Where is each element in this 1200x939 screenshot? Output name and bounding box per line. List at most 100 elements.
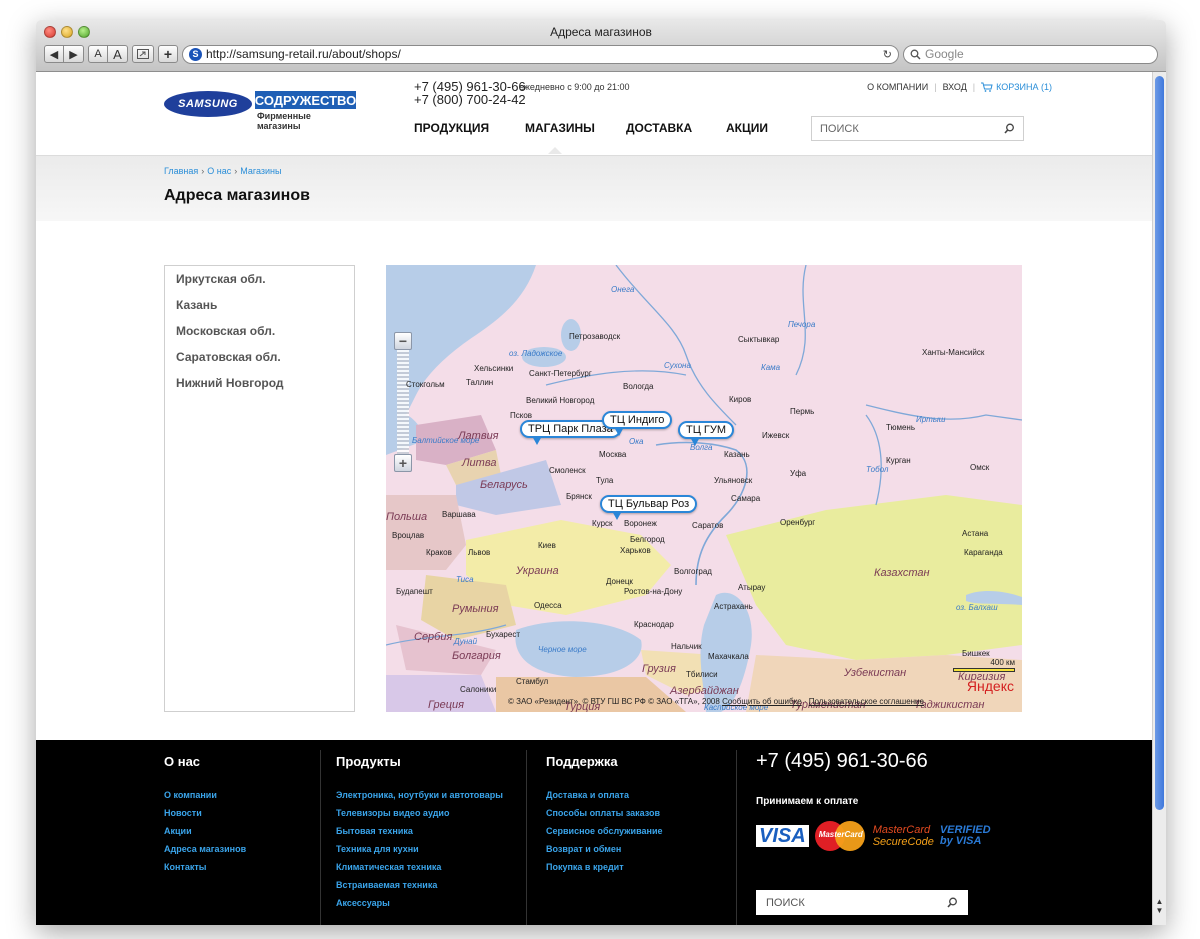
breadcrumb-arrow-icon: › [234, 166, 238, 176]
font-smaller-button[interactable]: A [88, 45, 108, 63]
region-item[interactable]: Иркутская обл. [176, 271, 343, 297]
font-larger-button[interactable]: A [108, 45, 128, 63]
zoom-slider[interactable] [397, 350, 409, 454]
city-label: Санкт-Петербург [529, 369, 592, 378]
nav-products[interactable]: ПРОДУКЦИЯ [414, 121, 489, 135]
breadcrumb-about[interactable]: О нас [207, 166, 231, 176]
nav-promotions[interactable]: АКЦИИ [726, 121, 768, 135]
water-label: Черное море [538, 645, 587, 654]
mastercard-securecode-logo: MasterCard SecureCode [873, 824, 934, 848]
country-label: Румыния [452, 603, 499, 615]
url-text: http://samsung-retail.ru/about/shops/ [206, 47, 401, 61]
forward-button[interactable]: ▶ [64, 45, 84, 63]
store-marker-indigo[interactable]: ТЦ Индиго [602, 411, 673, 436]
footer-link[interactable]: Климатическая техника [336, 858, 503, 876]
water-label: Печора [788, 320, 816, 329]
region-item[interactable]: Нижний Новгород [176, 375, 343, 401]
yandex-logo[interactable]: Яндекс [967, 678, 1014, 694]
water-label: Дунай [454, 637, 478, 646]
footer-link[interactable]: Возврат и обмен [546, 840, 662, 858]
city-label: Вроцлав [392, 531, 425, 540]
region-item[interactable]: Саратовская обл. [176, 349, 343, 375]
phones: +7 (495) 961-30-66 +7 (800) 700-24-42 [414, 80, 526, 106]
water-label: Кама [761, 363, 781, 372]
search-icon[interactable] [947, 897, 958, 908]
footer-link[interactable]: Сервисное обслуживание [546, 822, 662, 840]
city-label: Будапешт [396, 587, 433, 596]
region-list: Иркутская обл. Казань Московская обл. Са… [164, 265, 355, 712]
city-label: Ижевск [762, 431, 790, 440]
city-label: Донецк [606, 577, 633, 586]
country-label: Беларусь [480, 479, 528, 491]
window-title: Адреса магазинов [550, 25, 652, 39]
cart-link[interactable]: КОРЗИНА (1) [981, 82, 1052, 92]
login-link[interactable]: ВХОД [943, 82, 967, 92]
city-label: Псков [510, 411, 533, 420]
breadcrumb-shops[interactable]: Магазины [240, 166, 281, 176]
vertical-scrollbar[interactable]: ▲ ▼ [1152, 72, 1166, 925]
samsung-logo: SAMSUNG [164, 91, 252, 117]
zoom-in-button[interactable]: + [394, 454, 412, 472]
scrollbar-thumb[interactable] [1155, 76, 1164, 810]
report-error-link[interactable]: Сообщить об ошибке [722, 697, 802, 706]
scroll-arrows-icon[interactable]: ▲ ▼ [1153, 897, 1166, 915]
browser-search-field[interactable]: Google [903, 44, 1158, 64]
about-company-link[interactable]: О КОМПАНИИ [867, 82, 928, 92]
city-label: Таллин [466, 378, 494, 387]
brand-logo: СОДРУЖЕСТВО [254, 91, 357, 109]
footer-search-input[interactable]: ПОИСК [756, 890, 968, 915]
city-label: Вологда [623, 382, 654, 391]
city-label: Смоленск [549, 466, 586, 475]
footer-link[interactable]: Новости [164, 804, 246, 822]
city-label: Казань [724, 450, 750, 459]
browser-toolbar: ◀ ▶ A A + S http://samsung-retail.ru/abo… [44, 44, 1158, 64]
payment-title: Принимаем к оплате [756, 796, 859, 807]
region-item[interactable]: Московская обл. [176, 323, 343, 349]
country-label: Греция [428, 699, 465, 711]
snapback-button[interactable] [132, 45, 154, 63]
search-icon[interactable] [1004, 123, 1015, 134]
phone-secondary: +7 (800) 700-24-42 [414, 92, 526, 107]
breadcrumb-home[interactable]: Главная [164, 166, 198, 176]
city-label: Омск [970, 463, 990, 472]
add-bookmark-button[interactable]: + [158, 45, 178, 63]
city-label: Киев [538, 541, 556, 550]
user-agreement-link[interactable]: Пользовательское соглашение [809, 697, 924, 706]
footer-link[interactable]: Покупка в кредит [546, 858, 662, 876]
footer-link[interactable]: Способы оплаты заказов [546, 804, 662, 822]
city-label: Атырау [738, 583, 766, 592]
site-search-input[interactable]: ПОИСК [811, 116, 1024, 141]
footer-link[interactable]: Аксессуары [336, 894, 503, 912]
footer-link[interactable]: Электроника, ноутбуки и автотовары [336, 786, 503, 804]
nav-delivery[interactable]: ДОСТАВКА [626, 121, 692, 135]
water-label: Тиса [456, 575, 474, 584]
store-marker-bulvar-roz[interactable]: ТЦ Бульвар Роз [600, 495, 698, 520]
nav-shops[interactable]: МАГАЗИНЫ [525, 121, 595, 135]
city-label: Краков [426, 548, 452, 557]
breadcrumb: Главная › О нас › Магазины [164, 166, 281, 176]
address-bar[interactable]: S http://samsung-retail.ru/about/shops/ … [182, 44, 899, 64]
city-label: Оренбург [780, 518, 816, 527]
water-label: Сухона [664, 361, 691, 370]
footer-link[interactable]: О компании [164, 786, 246, 804]
footer-link[interactable]: Телевизоры видео аудио [336, 804, 503, 822]
footer-link[interactable]: Контакты [164, 858, 246, 876]
city-label: Воронеж [624, 519, 657, 528]
store-map[interactable]: − + оз. Ладожское Сухона Кама Печора Оне… [386, 265, 1022, 712]
footer-link[interactable]: Адреса магазинов [164, 840, 246, 858]
footer-link[interactable]: Встраиваемая техника [336, 876, 503, 894]
city-label: Хельсинки [474, 364, 514, 373]
footer-link[interactable]: Техника для кухни [336, 840, 503, 858]
footer-link[interactable]: Доставка и оплата [546, 786, 662, 804]
reload-icon[interactable]: ↻ [883, 48, 892, 61]
country-label: Латвия [458, 430, 499, 442]
footer-link[interactable]: Бытовая техника [336, 822, 503, 840]
region-item[interactable]: Казань [176, 297, 343, 323]
back-button[interactable]: ◀ [44, 45, 64, 63]
divider: | [934, 82, 937, 92]
city-label: Ханты-Мансийск [922, 348, 985, 357]
store-marker-gum[interactable]: ТЦ ГУМ [678, 421, 735, 446]
map-scale-bar [953, 668, 1015, 672]
footer-link[interactable]: Акции [164, 822, 246, 840]
zoom-out-button[interactable]: − [394, 332, 412, 350]
